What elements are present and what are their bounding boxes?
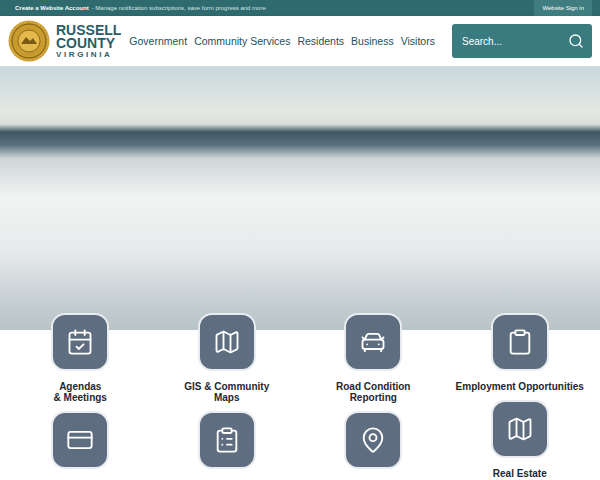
quick-link-label: Agendas& Meetings (54, 381, 107, 403)
logo[interactable]: RUSSELLCOUNTYVIRGINIA (8, 20, 121, 62)
quick-link[interactable] (51, 411, 109, 469)
quick-link[interactable]: Road ConditionReporting (336, 313, 410, 403)
quick-link-icon (506, 328, 534, 356)
quick-link-icon (359, 328, 387, 356)
label-line: & Meetings (54, 392, 107, 403)
logo-text: RUSSELLCOUNTYVIRGINIA (56, 24, 121, 59)
label-line: Road Condition (336, 381, 410, 392)
quick-link-icon-box (344, 313, 402, 371)
quick-link-icon (66, 426, 94, 454)
top-bar: Create a Website Account- Manage notific… (0, 0, 600, 16)
create-account-link[interactable]: Create a Website Account (15, 5, 89, 11)
quick-link-icon-box (51, 313, 109, 371)
quick-link-icon-box (198, 313, 256, 371)
hero-photo (0, 66, 600, 330)
account-prompt: Create a Website Account- Manage notific… (15, 0, 266, 16)
quick-link-icon-box (198, 411, 256, 469)
search-input[interactable] (460, 35, 562, 48)
logo-subtitle: VIRGINIA (56, 50, 121, 59)
quick-link-icon (359, 426, 387, 454)
nav-item[interactable]: Business (351, 35, 394, 47)
label-line: Agendas (54, 381, 107, 392)
quick-link-icon-box (491, 400, 549, 458)
quick-link[interactable] (198, 411, 256, 469)
quick-link[interactable] (344, 411, 402, 469)
quick-link-icon-box (51, 411, 109, 469)
quick-link-icon-box (344, 411, 402, 469)
quick-link-icon (66, 328, 94, 356)
quick-link[interactable]: Real Estate (491, 400, 549, 479)
main-nav: Government Community Services Residents Bus… (129, 35, 444, 47)
quick-link-icon-box (491, 313, 549, 371)
quick-links-column: Agendas& Meetings (7, 313, 154, 479)
nav-item[interactable]: Residents (297, 35, 344, 47)
quick-links-column: Road ConditionReporting (300, 313, 447, 479)
sign-in-button[interactable]: Website Sign in (534, 0, 592, 16)
label-line: Reporting (336, 392, 410, 403)
label-line: GIS & Community (184, 381, 269, 392)
search-box (452, 24, 592, 58)
quick-links: Agendas& Meetings GIS & CommunityMaps Road… (0, 313, 600, 479)
quick-link-icon (213, 426, 241, 454)
quick-link[interactable]: Agendas& Meetings (51, 313, 109, 403)
quick-link-label: Real Estate (493, 468, 547, 479)
quick-link-label: GIS & CommunityMaps (184, 381, 269, 403)
nav-item[interactable]: Visitors (401, 35, 435, 47)
quick-link-label: Employment Opportunities (456, 381, 584, 392)
account-note: - Manage notification subscriptions, sav… (92, 5, 266, 11)
label-line: Employment Opportunities (456, 381, 584, 392)
quick-links-column: GIS & CommunityMaps (154, 313, 301, 479)
search-icon[interactable] (568, 33, 584, 49)
label-line: Real Estate (493, 468, 547, 479)
logo-line: COUNTY (56, 37, 121, 50)
page: Create a Website Account- Manage notific… (0, 0, 600, 480)
logo-line: RUSSELL (56, 24, 121, 37)
county-seal-icon (8, 20, 50, 62)
quick-link-icon (506, 415, 534, 443)
quick-link-label: Road ConditionReporting (336, 381, 410, 403)
quick-links-column: Employment Opportunities Real Estate (447, 313, 594, 479)
nav-item[interactable]: Community Services (194, 35, 290, 47)
quick-link[interactable]: GIS & CommunityMaps (184, 313, 269, 403)
quick-link[interactable]: Employment Opportunities (456, 313, 584, 392)
header: RUSSELLCOUNTYVIRGINIA Government Community… (0, 16, 600, 66)
label-line: Maps (184, 392, 269, 403)
quick-link-icon (213, 328, 241, 356)
nav-item[interactable]: Government (129, 35, 187, 47)
